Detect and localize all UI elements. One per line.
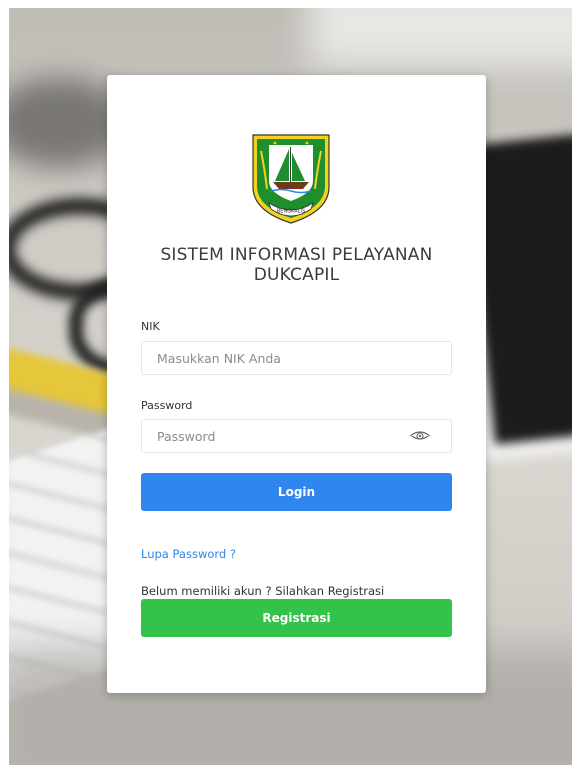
register-button[interactable]: Registrasi — [141, 599, 452, 637]
nik-label: NIK — [141, 320, 160, 333]
register-hint: Belum memiliki akun ? Silahkan Registras… — [141, 584, 385, 598]
login-page: BENGKALIS SISTEM INFORMASI PELAYANAN DUK… — [0, 0, 572, 765]
forgot-password-link[interactable]: Lupa Password ? — [141, 547, 236, 561]
login-card: BENGKALIS SISTEM INFORMASI PELAYANAN DUK… — [107, 75, 486, 693]
emblem-text: BENGKALIS — [277, 209, 305, 215]
app-title: SISTEM INFORMASI PELAYANAN DUKCAPIL — [160, 245, 433, 285]
login-button[interactable]: Login — [141, 473, 452, 511]
eye-icon[interactable] — [409, 429, 431, 443]
regional-emblem-icon: BENGKALIS — [252, 134, 330, 224]
password-input[interactable] — [141, 419, 452, 453]
nik-input[interactable] — [141, 341, 452, 375]
password-label: Password — [141, 399, 193, 412]
